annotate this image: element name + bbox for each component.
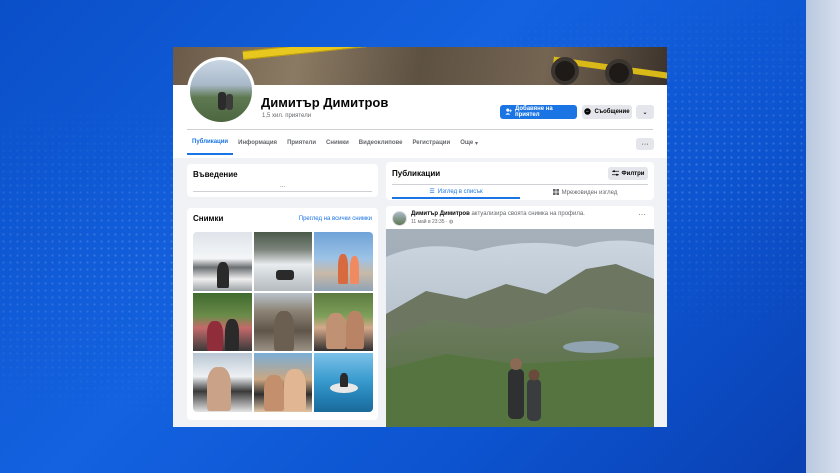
publications-title: Публикации <box>392 169 441 178</box>
message-button[interactable]: Съобщение <box>582 105 632 119</box>
messenger-icon <box>584 107 592 117</box>
list-view-tab[interactable]: ☰ Изглед в списък <box>392 186 520 199</box>
photo-thumbnail[interactable] <box>314 232 373 291</box>
more-options-button[interactable]: ⌄ <box>636 105 654 119</box>
avatar-person <box>226 94 233 110</box>
post-card: Димитър Димитров актуализира своята сним… <box>386 206 654 427</box>
add-friend-button[interactable]: Добавяне на приятел <box>500 105 577 119</box>
grid-view-label: Мрежовиден изглед <box>561 189 618 196</box>
post-date-text: 11 май в 23:35 · <box>411 219 448 225</box>
tab-label: Публикации <box>192 139 229 145</box>
tab-label: Информация <box>238 140 278 146</box>
message-label: Съобщение <box>594 109 630 115</box>
photo-thumbnail[interactable] <box>253 232 313 291</box>
friends-count[interactable]: 1,5 хил. приятели <box>262 113 311 119</box>
tab-videos[interactable]: Видеоклипове <box>354 131 408 155</box>
add-friend-icon <box>505 108 512 117</box>
tab-label: Регистрации <box>412 140 451 146</box>
cover-wheel <box>605 59 633 85</box>
post-photo[interactable] <box>386 229 654 427</box>
filters-label: Филтри <box>621 170 645 177</box>
post-more-button[interactable]: ··· <box>638 210 646 219</box>
photo-thumbnail[interactable] <box>314 292 373 352</box>
facebook-profile-page: Димитър Димитров 1,5 хил. приятели Добав… <box>173 47 667 427</box>
chevron-down-icon: ⌄ <box>642 109 648 116</box>
photo-thumbnail[interactable] <box>314 353 373 412</box>
intro-card: Въведение ... <box>187 164 378 197</box>
tab-label: Приятели <box>287 140 317 146</box>
photo-thumbnail[interactable] <box>193 232 252 291</box>
list-icon: ☰ <box>429 189 435 195</box>
tab-publications[interactable]: Публикации <box>187 131 234 155</box>
globe-icon: ◍ <box>448 219 454 225</box>
intro-placeholder: ... <box>279 183 285 189</box>
list-view-label: Изглед в списък <box>437 188 483 195</box>
tab-label: Още <box>460 140 474 146</box>
tab-photos[interactable]: Снимки <box>321 131 354 155</box>
avatar-person <box>218 92 226 110</box>
tab-checkins[interactable]: Регистрации <box>407 131 455 155</box>
photo-thumbnail[interactable] <box>193 292 252 352</box>
tab-label: Видеоклипове <box>358 140 403 146</box>
profile-header: Димитър Димитров 1,5 хил. приятели Добав… <box>173 47 667 158</box>
post-author-avatar[interactable] <box>392 211 407 226</box>
grid-view-tab[interactable]: Мрежовиден изглед <box>522 186 648 199</box>
cover-wheel <box>551 57 579 85</box>
tab-label: Снимки <box>326 140 349 146</box>
photos-title: Снимки <box>193 214 224 223</box>
caret-down-icon: ▾ <box>474 140 478 147</box>
background-side-strip <box>806 0 840 473</box>
intro-divider <box>193 191 372 192</box>
post-action-text: актуализира своята снимка на профила. <box>471 211 585 217</box>
cover-tape <box>242 47 582 60</box>
publications-divider <box>392 184 648 185</box>
profile-name: Димитър Димитров <box>261 95 389 110</box>
sliders-icon <box>611 169 619 178</box>
post-author-name[interactable]: Димитър Димитров <box>411 211 470 217</box>
tabs-more-button[interactable]: ··· <box>636 138 654 150</box>
photo-thumbnail[interactable] <box>253 353 313 412</box>
tab-friends[interactable]: Приятели <box>282 131 321 155</box>
post-date[interactable]: 11 май в 23:35 · ◍ <box>411 219 453 225</box>
header-divider <box>187 129 653 130</box>
photos-card: Снимки Преглед на всички снимки <box>187 208 378 420</box>
publications-card: Публикации Филтри ☰ Изглед в списък Мреж… <box>386 162 654 200</box>
profile-tabs: Публикации Информация Приятели Снимки Ви… <box>187 131 483 155</box>
photo-thumbnail[interactable] <box>193 353 252 412</box>
mountain-landscape <box>386 229 654 427</box>
intro-title: Въведение <box>193 170 238 179</box>
photo-grid <box>193 232 373 412</box>
see-all-photos-link[interactable]: Преглед на всички снимки <box>299 216 372 222</box>
grid-icon <box>552 188 559 197</box>
profile-avatar[interactable] <box>187 57 255 125</box>
photo-thumbnail[interactable] <box>253 292 313 352</box>
filters-button[interactable]: Филтри <box>608 167 648 180</box>
tab-more[interactable]: Още ▾ <box>455 131 483 155</box>
tab-information[interactable]: Информация <box>233 131 282 155</box>
post-header: Димитър Димитров актуализира своята сним… <box>411 211 585 217</box>
add-friend-label: Добавяне на приятел <box>515 106 553 118</box>
